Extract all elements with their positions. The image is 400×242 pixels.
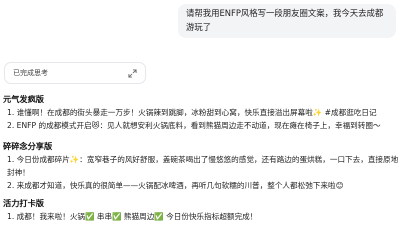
assistant-response: 元气发疯版 1. 谁懂啊！在成都的街头暴走一万步！火锅辣到跳脚，冰粉甜到心窝，快… — [3, 92, 400, 223]
chat-page: 请帮我用ENFP风格写一段朋友圈文案，我今天去成都游玩了 已完成思考 元气发疯版… — [0, 0, 400, 242]
user-message-bubble: 请帮我用ENFP风格写一段朋友圈文案，我今天去成都游玩了 — [178, 4, 396, 38]
list-item: 1. 谁懂啊！在成都的街头暴走一万步！火锅辣到跳脚，冰粉甜到心窝，快乐直接溢出屏… — [7, 108, 377, 117]
thinking-label: 已完成思考 — [13, 69, 48, 77]
list-item: 1. 今日份成都碎片✨：宽窄巷子的风好舒服，盖碗茶喝出了慢悠悠的感觉，还有路边的… — [7, 155, 399, 177]
thinking-toggle[interactable]: 已完成思考 — [4, 62, 146, 84]
expand-diagonal-icon — [127, 68, 137, 78]
section-title: 元气发疯版 — [3, 94, 44, 104]
section-title: 碎碎念分享版 — [3, 141, 53, 151]
list-item: 2. 来成都才知道，快乐真的很简单——火锅配冰啤酒，再听几句软糯的川普，整个人都… — [7, 181, 344, 190]
section-title: 活力打卡版 — [3, 198, 44, 208]
user-message-text: 请帮我用ENFP风格写一段朋友圈文案，我今天去成都游玩了 — [186, 8, 384, 32]
list-item: 2. ENFP 的成都模式开启😻：见人就想安利火锅底料，看到熊猫周边走不动道，现… — [7, 121, 381, 130]
list-item: 1. 成都！我来啦！火锅✅ 串串✅ 熊猫周边✅ 今日份快乐指标超额完成！ — [7, 212, 258, 221]
